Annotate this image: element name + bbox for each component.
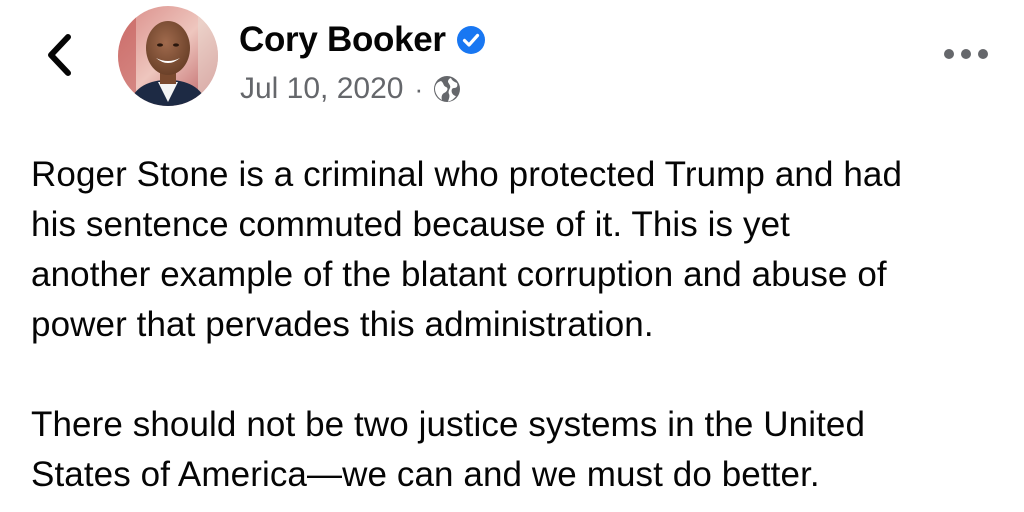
author-name[interactable]: Cory Booker [239, 20, 446, 60]
more-options-button[interactable] [944, 40, 988, 68]
author-row: Cory Booker [239, 18, 486, 62]
text-line: power that pervades this administration. [31, 305, 654, 344]
more-horizontal-icon [944, 49, 954, 59]
verified-badge-icon [456, 26, 485, 54]
text-line: There should not be two justice systems … [31, 405, 866, 444]
chevron-left-icon [48, 34, 71, 76]
text-line: States of America—we can and we must do … [31, 455, 820, 494]
meta-separator: · [414, 73, 424, 104]
post-meta: Jul 10, 2020 · [240, 68, 462, 110]
text-line: Roger Stone is a criminal who protected … [31, 155, 903, 194]
post-text: Roger Stone is a criminal who protected … [31, 150, 1001, 500]
text-line: another example of the blatant corruptio… [31, 255, 887, 294]
post-header: Cory Booker Jul 10, 2020 · [0, 0, 1024, 120]
globe-icon [434, 76, 461, 102]
post-paragraph: Roger Stone is a criminal who protected … [31, 150, 1001, 350]
avatar[interactable] [118, 6, 218, 106]
back-button[interactable] [36, 30, 82, 80]
text-line: his sentence commuted because of it. Thi… [31, 205, 790, 244]
post-date[interactable]: Jul 10, 2020 [240, 72, 403, 106]
post-paragraph: There should not be two justice systems … [31, 400, 1001, 500]
